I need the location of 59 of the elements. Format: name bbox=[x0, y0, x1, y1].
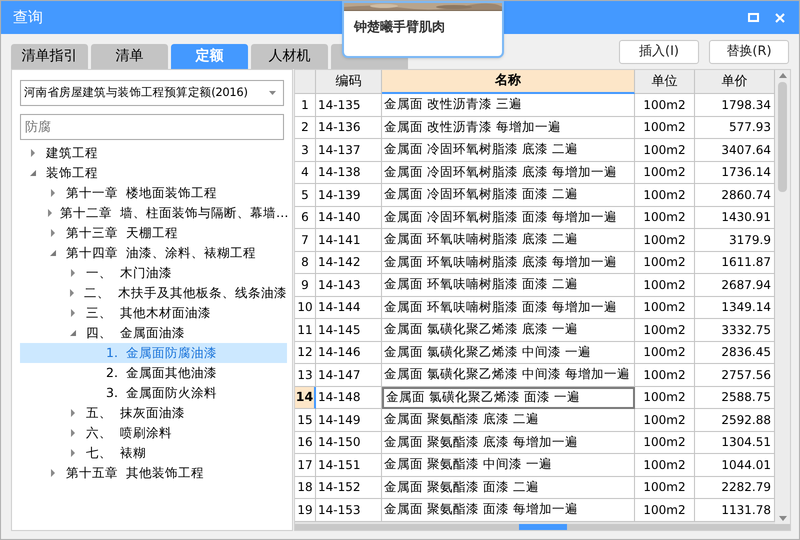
row-number[interactable]: 19 bbox=[295, 499, 316, 522]
row-number[interactable]: 14 bbox=[295, 386, 316, 409]
tree-item[interactable]: 1. 金属面防腐油漆 bbox=[20, 343, 287, 363]
tree-item[interactable]: 建筑工程 bbox=[20, 143, 287, 163]
tab[interactable]: 清单指引 bbox=[11, 44, 88, 69]
scroll-down-icon[interactable] bbox=[778, 516, 786, 521]
search-field[interactable]: 防腐 bbox=[20, 114, 284, 140]
tab[interactable]: 清单 bbox=[91, 44, 168, 69]
tree-item[interactable]: 七、 裱糊 bbox=[20, 443, 287, 463]
tree-item[interactable]: 第十三章 天棚工程 bbox=[20, 223, 287, 243]
tree-item[interactable]: 第十一章 楼地面装饰工程 bbox=[20, 183, 287, 203]
tab[interactable]: 人材机 bbox=[251, 44, 328, 69]
window-title: 查询 bbox=[13, 7, 43, 28]
vertical-scrollbar[interactable] bbox=[775, 70, 790, 524]
scrollbar-thumb[interactable] bbox=[778, 82, 787, 192]
expand-icon[interactable] bbox=[69, 429, 77, 437]
collapse-icon[interactable] bbox=[29, 169, 37, 177]
expand-icon[interactable] bbox=[69, 409, 77, 417]
tree-item[interactable]: 第十二章 墙、柱面装饰与隔断、幕墙… bbox=[20, 203, 287, 223]
popup-caption: 钟楚曦手臂肌肉 bbox=[354, 18, 446, 37]
collapse-icon[interactable] bbox=[49, 249, 57, 257]
table-cell: 金属面 聚氨酯漆 面漆 每增加一遍 bbox=[382, 499, 635, 522]
table-cell: 100m2 bbox=[635, 499, 695, 522]
expand-icon[interactable] bbox=[69, 269, 77, 277]
tree-item[interactable]: 三、 其他木材面油漆 bbox=[20, 303, 287, 323]
action-button[interactable]: 插入(I) bbox=[619, 40, 699, 64]
dropdown-arrow-icon bbox=[269, 91, 276, 95]
quota-dropdown[interactable]: 河南省房屋建筑与装饰工程预算定额(2016) bbox=[20, 80, 284, 106]
tree-item[interactable]: 五、 抹灰面油漆 bbox=[20, 403, 287, 423]
scrollbar-thumb[interactable] bbox=[518, 524, 566, 530]
table-cell: 金属面 氯磺化聚乙烯漆 中间漆 每增加一遍 bbox=[382, 364, 635, 386]
column-header[interactable]: 名称 bbox=[382, 70, 635, 94]
tree-item[interactable]: 四、 金属面油漆 bbox=[20, 323, 287, 343]
tree-item[interactable]: 装饰工程 bbox=[20, 163, 287, 183]
tree-item[interactable]: 二、 木扶手及其他板条、线条油漆 bbox=[20, 283, 287, 303]
expand-icon[interactable] bbox=[49, 229, 57, 237]
close-icon[interactable] bbox=[775, 12, 785, 22]
expand-icon[interactable] bbox=[49, 469, 57, 477]
tree-item[interactable]: 第十五章 其他装饰工程 bbox=[20, 463, 287, 483]
horizontal-scrollbar[interactable] bbox=[295, 524, 790, 530]
tree-item[interactable]: 六、 喷刷涂料 bbox=[20, 423, 287, 443]
popup-card[interactable]: 钟楚曦手臂肌肉 bbox=[342, 1, 504, 58]
table-cell: 14-153 bbox=[316, 499, 382, 522]
expand-icon[interactable] bbox=[69, 309, 77, 317]
expand-icon[interactable] bbox=[49, 189, 57, 197]
expand-icon[interactable] bbox=[68, 289, 76, 297]
action-button[interactable]: 替换(R) bbox=[709, 40, 789, 64]
tree-item[interactable]: 第十四章 油漆、涂料、裱糊工程 bbox=[20, 243, 287, 263]
expand-icon[interactable] bbox=[69, 449, 77, 457]
tree-item[interactable]: 3. 金属面防火涂料 bbox=[20, 383, 287, 403]
dropdown-value: 河南省房屋建筑与装饰工程预算定额(2016) bbox=[24, 84, 248, 102]
tree-item[interactable]: 2. 金属面其他油漆 bbox=[20, 363, 287, 383]
tree-item[interactable]: 一、 木门油漆 bbox=[20, 263, 287, 283]
scroll-up-icon[interactable] bbox=[778, 73, 786, 78]
expand-icon[interactable] bbox=[46, 209, 54, 217]
collapse-icon[interactable] bbox=[69, 329, 77, 337]
table-cell: 金属面 氯磺化聚乙烯漆 面漆 一遍 bbox=[382, 386, 635, 409]
expand-icon[interactable] bbox=[29, 149, 37, 157]
maximize-icon[interactable] bbox=[748, 13, 759, 22]
